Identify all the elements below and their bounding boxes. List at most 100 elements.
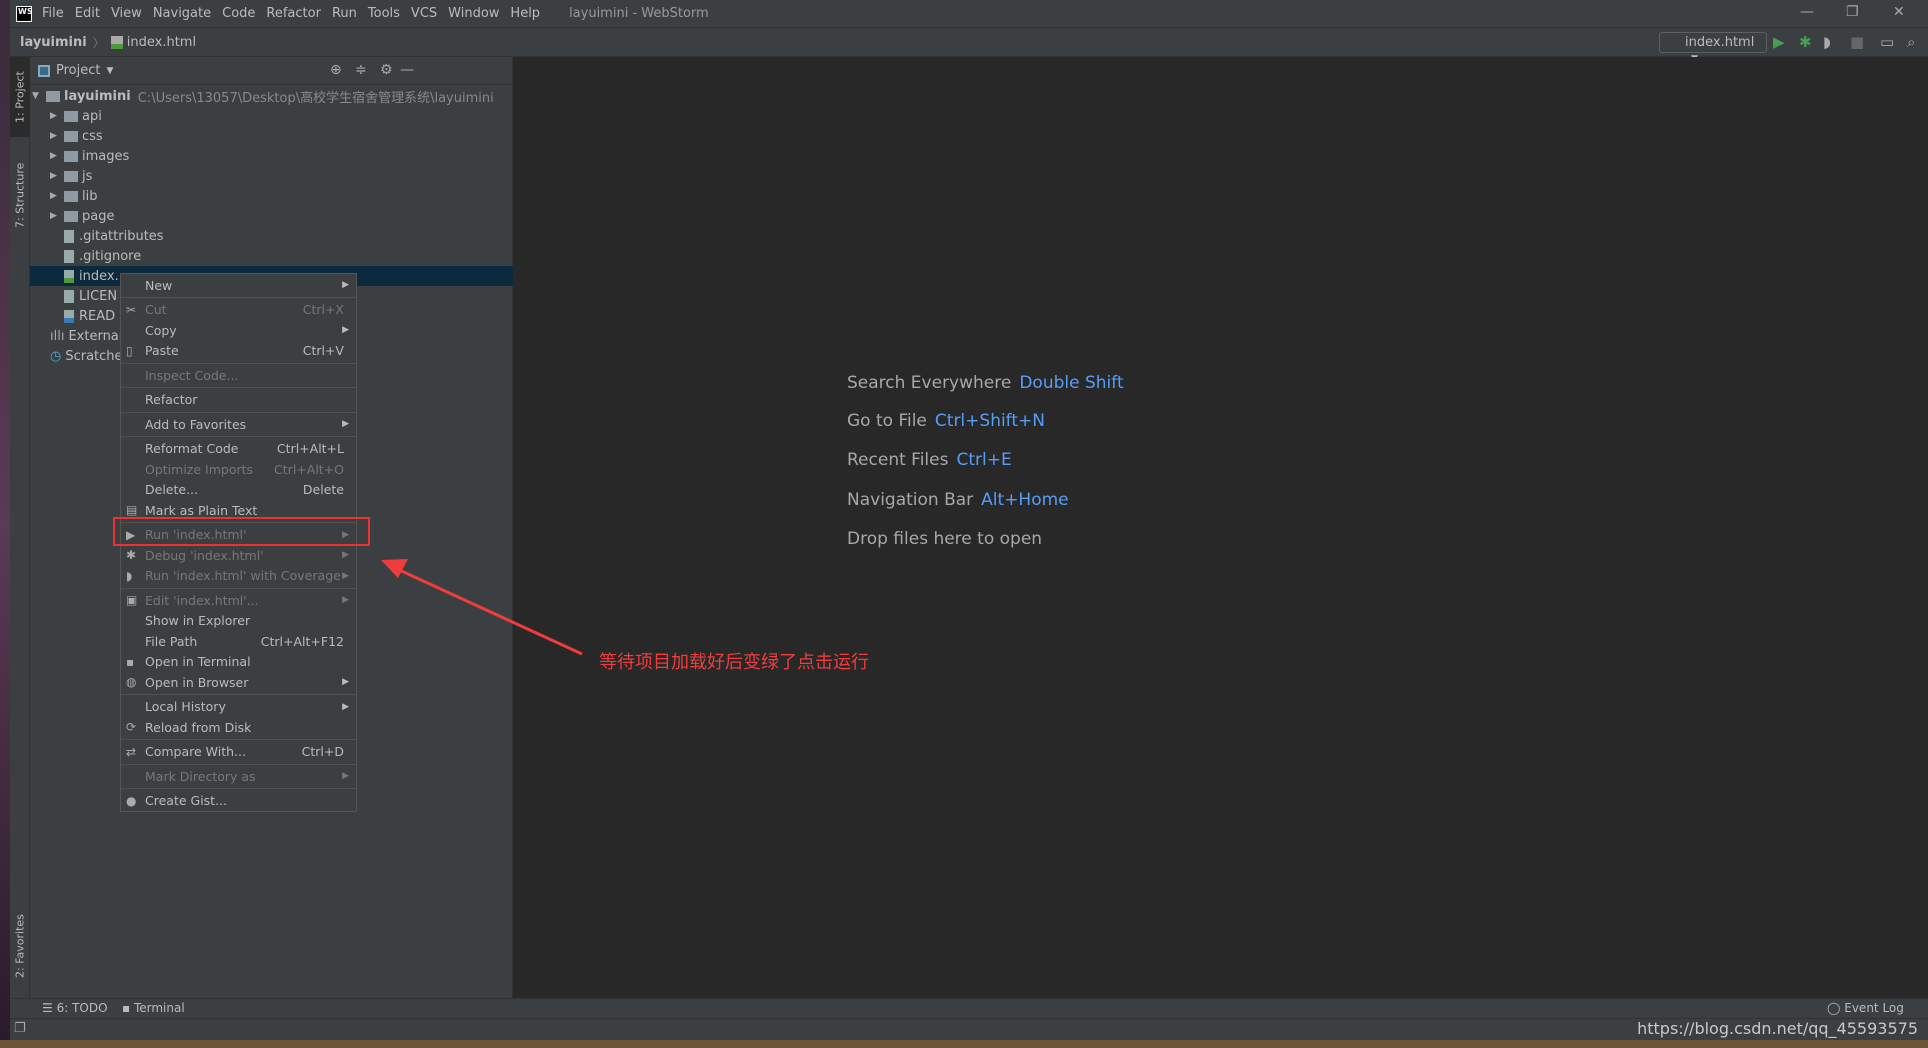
tree-item[interactable]: ▶ images [30, 146, 513, 166]
collapse-all-icon[interactable]: ≑ [355, 62, 367, 78]
hide-icon[interactable]: — [400, 62, 414, 78]
stop-icon[interactable]: ■ [1850, 33, 1864, 51]
expand-arrow-icon[interactable]: ▶ [50, 191, 64, 201]
md-file-icon [64, 309, 74, 323]
menu-item-delete[interactable]: Delete... Delete [121, 480, 356, 501]
menu-item-cut[interactable]: ✂ Cut Ctrl+X [121, 300, 356, 321]
terminal-window-icon[interactable]: ▭ [1880, 33, 1894, 51]
editor-area: Search Everywhere Double Shift Go to File C… [513, 57, 1928, 998]
expand-arrow-icon[interactable]: ▶ [50, 151, 64, 161]
menu-item-copy[interactable]: Copy ▶ [121, 320, 356, 341]
hint-label: Search Everywhere [847, 373, 1012, 393]
menu-code[interactable]: Code [222, 6, 255, 21]
expand-arrow-icon[interactable]: ▶ [50, 111, 64, 121]
menu-navigate[interactable]: Navigate [153, 6, 211, 21]
breadcrumb-file[interactable]: index.html [127, 35, 196, 50]
menu-item-add-to-favorites[interactable]: Add to Favorites ▶ [121, 414, 356, 435]
toggle-tool-windows-icon[interactable]: ❐ [14, 1021, 26, 1036]
project-view-select[interactable]: Project [56, 63, 100, 78]
menu-item-shortcut: Ctrl+Alt+L [276, 441, 344, 457]
menu-vcs[interactable]: VCS [411, 6, 437, 21]
menu-item-open-in-browser[interactable]: ◍ Open in Browser ▶ [121, 672, 356, 693]
menu-item-file-path[interactable]: File Path Ctrl+Alt+F12 [121, 631, 356, 652]
debug-icon[interactable]: ✱ [1799, 33, 1812, 51]
run-configuration-select[interactable]: index.html ▼ [1659, 32, 1767, 64]
menu-item-run-index-html-with-coverage[interactable]: ◗ Run 'index.html' with Coverage ▶ [121, 566, 356, 587]
tree-item[interactable]: ▶ lib [30, 186, 513, 206]
menu-item-shortcut: Ctrl+X [302, 302, 344, 318]
event-log-label: Event Log [1844, 1001, 1904, 1015]
menu-item-show-in-explorer[interactable]: Show in Explorer [121, 611, 356, 632]
menu-item-local-history[interactable]: Local History ▶ [121, 697, 356, 718]
menu-item-shortcut: Ctrl+V [302, 343, 344, 359]
menu-item-paste[interactable]: ▯ Paste Ctrl+V [121, 341, 356, 362]
menu-run[interactable]: Run [332, 6, 357, 21]
coverage-icon[interactable]: ◗ [1823, 33, 1831, 51]
search-icon[interactable]: ⌕ [1907, 33, 1915, 51]
expand-arrow-icon[interactable]: ▶ [50, 171, 64, 181]
menu-item-reformat-code[interactable]: Reformat Code Ctrl+Alt+L [121, 439, 356, 460]
close-button[interactable]: ✕ [1893, 4, 1905, 20]
welcome-hint: Recent Files Ctrl+E [847, 450, 1012, 470]
tree-item[interactable]: .gitattributes [30, 226, 513, 246]
chevron-down-icon[interactable]: ▼ [106, 66, 113, 76]
title-bar: WS File Edit View Navigate Code Refactor Run To… [10, 0, 1928, 28]
expand-arrow-icon[interactable]: ▶ [50, 131, 64, 141]
menu-item-label: Show in Explorer [145, 613, 251, 629]
menu-separator [121, 362, 356, 364]
tree-item[interactable]: ▶ js [30, 166, 513, 186]
expand-arrow-icon[interactable]: ▼ [32, 91, 46, 101]
menu-refactor[interactable]: Refactor [266, 6, 321, 21]
menu-item-label: Refactor [145, 392, 198, 408]
menu-item-label: Optimize Imports [145, 461, 254, 477]
minimize-button[interactable]: — [1800, 4, 1814, 20]
tree-item[interactable]: .gitignore [30, 246, 513, 266]
breadcrumb-project[interactable]: layuimini [20, 35, 87, 50]
menu-separator [121, 763, 356, 765]
gear-icon[interactable]: ⚙ [380, 62, 393, 78]
tab-structure[interactable]: 7: Structure [10, 145, 30, 245]
breadcrumb-separator: 〉 [92, 35, 105, 50]
menu-item-shortcut: Ctrl+Alt+F12 [260, 633, 344, 649]
menu-item-compare-with[interactable]: ⇄ Compare With... Ctrl+D [121, 742, 356, 763]
menu-item-label: Cut [145, 302, 167, 318]
menu-item-reload-from-disk[interactable]: ⟳ Reload from Disk [121, 717, 356, 738]
menu-tools[interactable]: Tools [368, 6, 400, 21]
menu-view[interactable]: View [111, 6, 142, 21]
file-file-icon [64, 249, 74, 263]
locate-icon[interactable]: ⊕ [330, 62, 342, 78]
menu-item-icon: ◍ [126, 675, 137, 690]
tree-item-label: index. [79, 268, 119, 284]
menu-item-inspect-code[interactable]: Inspect Code... [121, 365, 356, 386]
menu-edit[interactable]: Edit [75, 6, 100, 21]
tab-terminal[interactable]: ▪ Terminal [122, 1001, 185, 1015]
tree-item[interactable]: ▶ page [30, 206, 513, 226]
menu-help[interactable]: Help [510, 6, 540, 21]
menu-window[interactable]: Window [448, 6, 499, 21]
folder-icon [64, 110, 78, 122]
hint-shortcut: Ctrl+Shift+N [934, 411, 1045, 431]
restore-button[interactable]: ❐ [1846, 4, 1859, 20]
menu-item-optimize-imports[interactable]: Optimize Imports Ctrl+Alt+O [121, 459, 356, 480]
tab-project[interactable]: 1: Project [10, 57, 30, 137]
menu-item-debug-index-html[interactable]: ✱ Debug 'index.html' ▶ [121, 545, 356, 566]
menu-item-new[interactable]: New ▶ [121, 275, 356, 296]
scratches-icon: ◷ [50, 348, 62, 364]
tree-item-label: page [82, 208, 115, 224]
menu-item-edit-index-html[interactable]: ▣ Edit 'index.html'... ▶ [121, 590, 356, 611]
menu-item-mark-directory-as[interactable]: Mark Directory as ▶ [121, 766, 356, 787]
menu-item-refactor[interactable]: Refactor [121, 390, 356, 411]
expand-arrow-icon[interactable]: ▶ [50, 211, 64, 221]
tree-item[interactable]: ▶ css [30, 126, 513, 146]
run-icon[interactable]: ▶ [1773, 33, 1785, 51]
tab-todo[interactable]: ☰ 6: TODO [42, 1001, 108, 1015]
welcome-hint: Drop files here to open [847, 529, 1042, 549]
menu-item-create-gist[interactable]: ● Create Gist... [121, 791, 356, 812]
menu-file[interactable]: File [42, 6, 64, 21]
tree-item[interactable]: ▼ layuimini C:\Users\13057\Desktop\高校学生宿舍管… [30, 86, 513, 106]
event-log-button[interactable]: ◯ Event Log [1827, 1001, 1904, 1015]
tree-item[interactable]: ▶ api [30, 106, 513, 126]
tab-favorites[interactable]: 2: Favorites [10, 899, 30, 994]
menu-item-open-in-terminal[interactable]: ▪ Open in Terminal [121, 652, 356, 673]
submenu-arrow-icon: ▶ [342, 570, 349, 581]
